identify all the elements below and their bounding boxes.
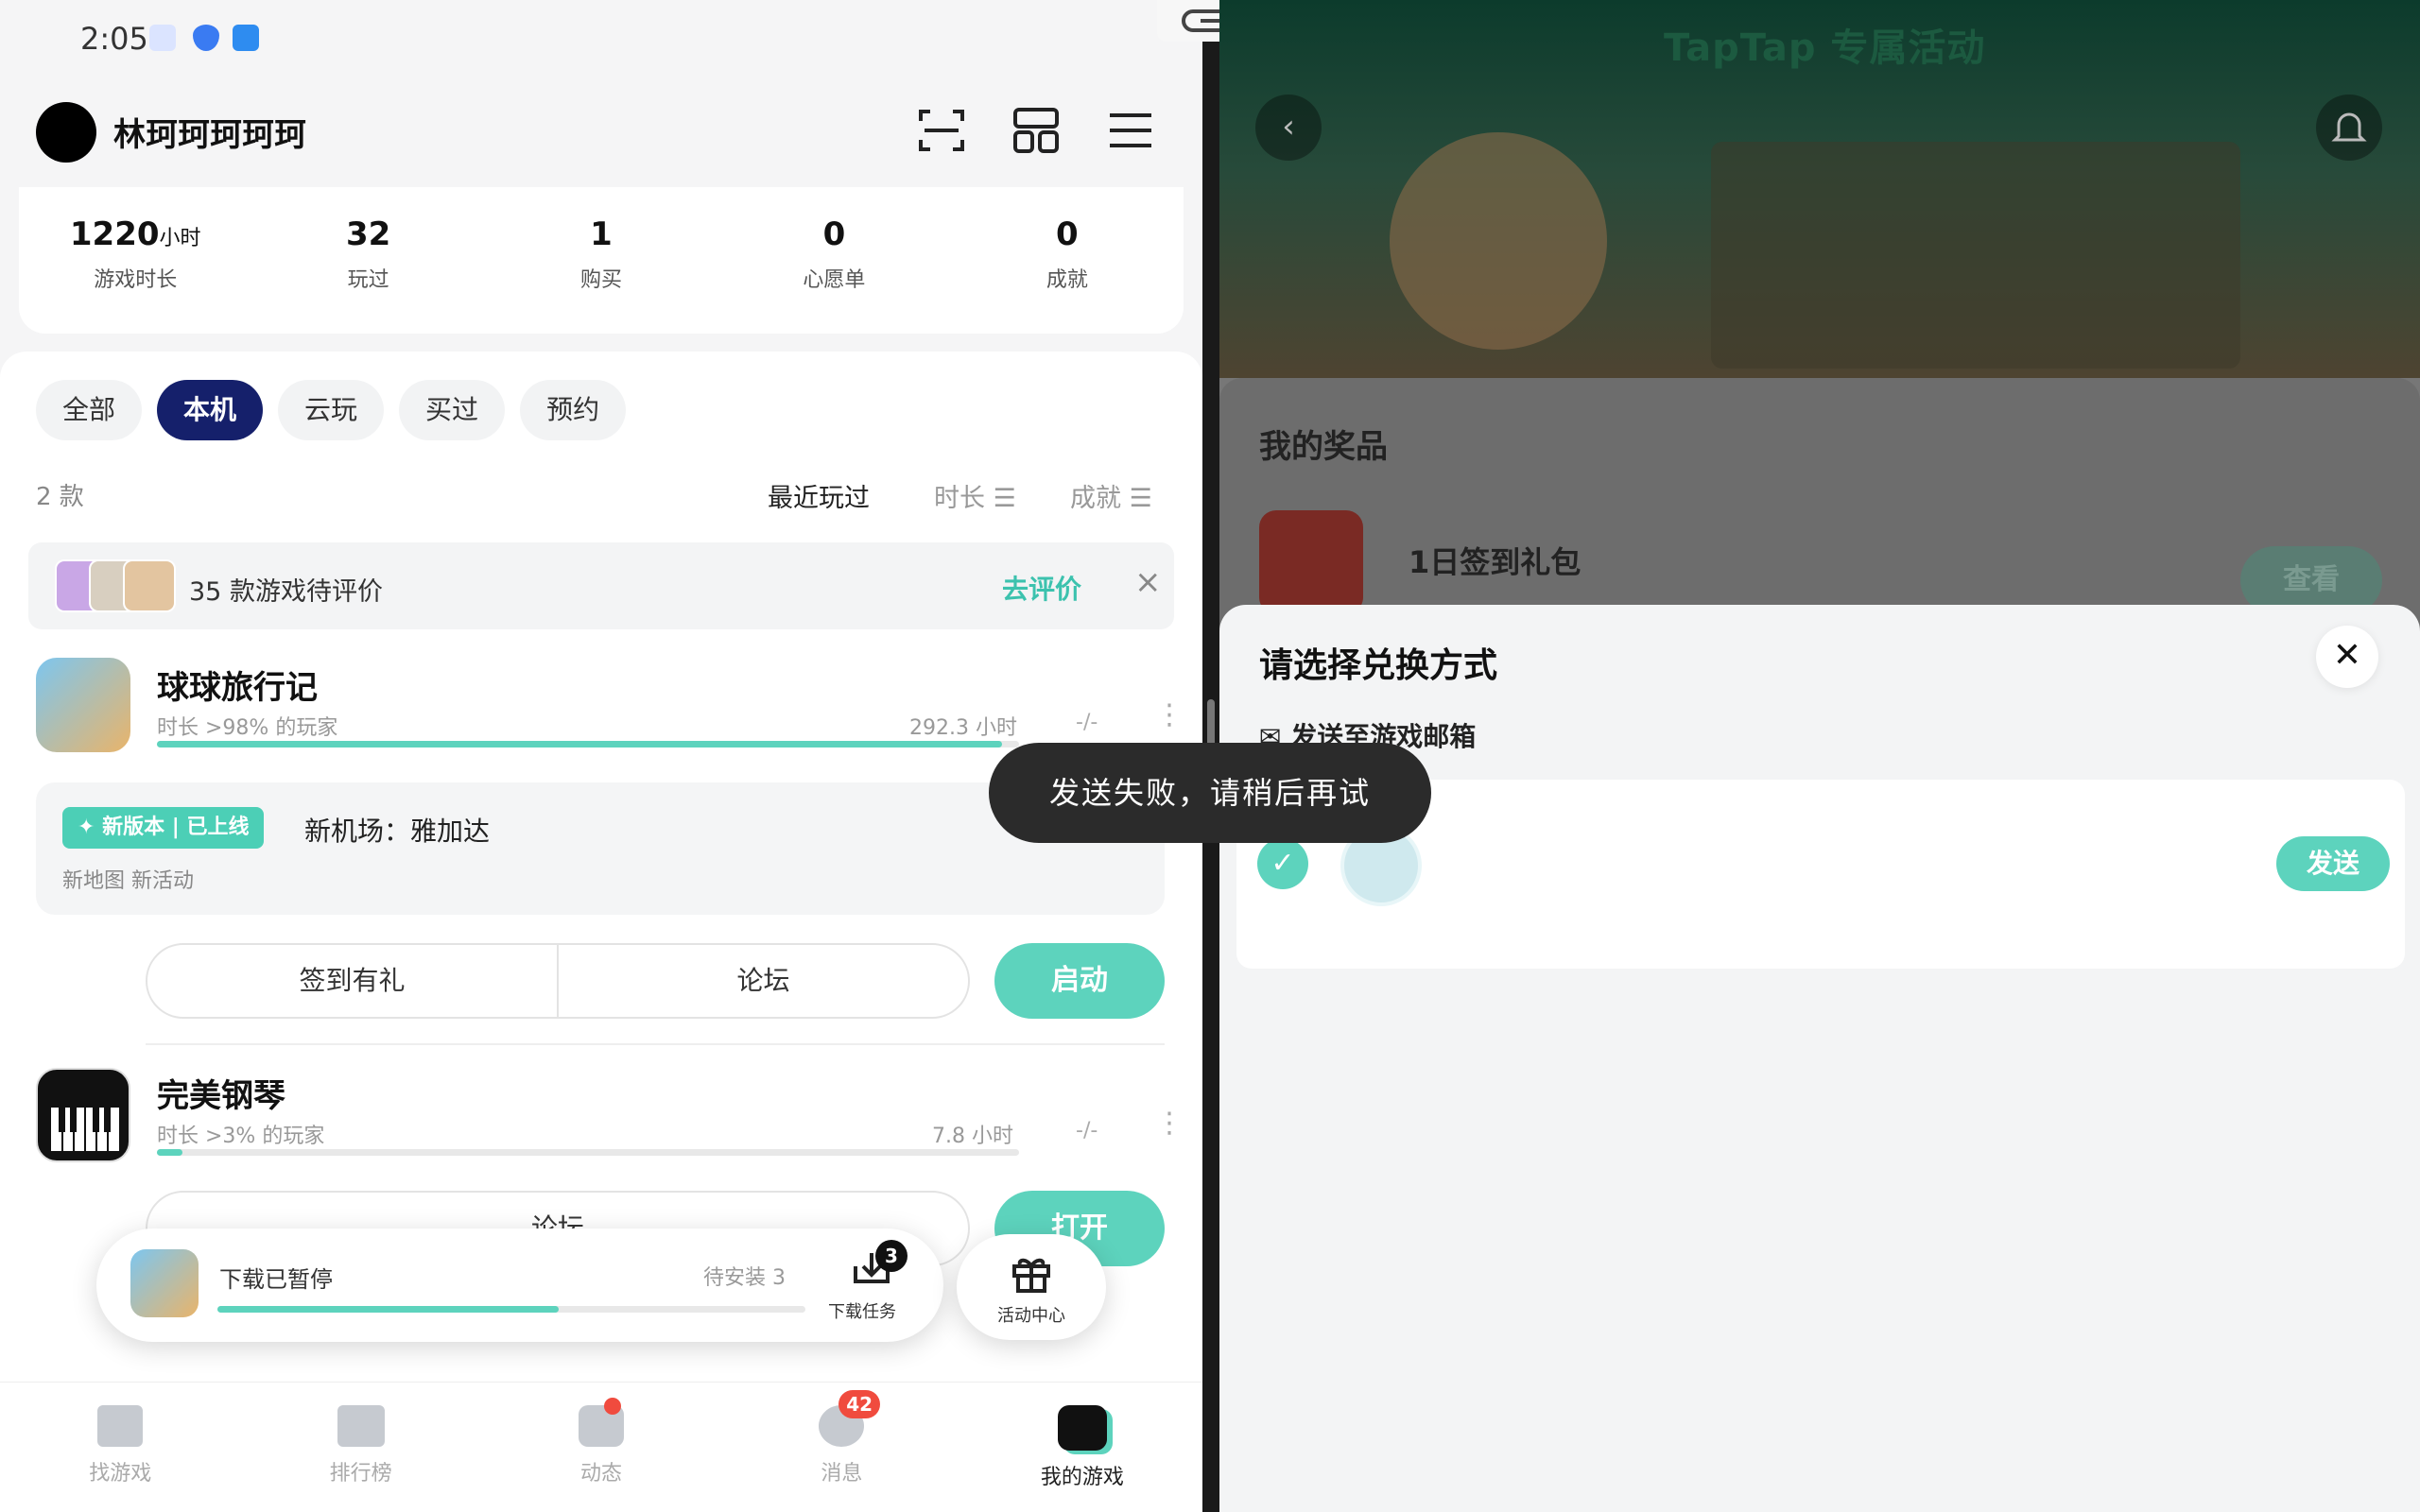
download-status: 下载已暂停 <box>219 1266 333 1293</box>
chip-cloud[interactable]: 云玩 <box>278 380 385 440</box>
game-icon-piano[interactable] <box>36 1068 130 1162</box>
game-subtitle: 时长 >98% 的玩家 <box>157 716 338 740</box>
game-title[interactable]: 完美钢琴 <box>157 1070 285 1116</box>
close-icon[interactable]: ✕ <box>2316 626 2378 688</box>
game-title[interactable]: 球球旅行记 <box>157 662 318 708</box>
messages-badge: 42 <box>838 1390 881 1418</box>
game-hours: 7.8 小时 <box>932 1125 1013 1148</box>
activity-center-label: 活动中心 <box>997 1306 1065 1326</box>
nav-find-games[interactable]: 找游戏 <box>0 1383 240 1512</box>
stat-played[interactable]: 32 玩过 <box>251 187 484 334</box>
rankings-icon <box>337 1405 385 1447</box>
sheet-title: 请选择兑换方式 <box>1259 646 1498 685</box>
game-icon-ball-travel[interactable] <box>36 658 130 752</box>
shield-icon <box>193 25 219 51</box>
error-toast: 发送失败，请稍后再试 <box>989 743 1431 843</box>
review-bar[interactable]: 35 款游戏待评价 去评价 × <box>28 542 1174 629</box>
game-hours: 292.3 小时 <box>909 716 1017 740</box>
stat-achievements[interactable]: 0 成就 <box>951 187 1184 334</box>
task-count-badge: 3 <box>875 1240 908 1272</box>
game-dash: -/- <box>1076 1119 1098 1143</box>
game-actions: 签到有礼 论坛 <box>146 943 970 1019</box>
gift-title: 1日签到礼包 <box>1409 544 1582 580</box>
my-games-icon <box>1057 1405 1107 1451</box>
menu-icon[interactable] <box>1104 104 1157 157</box>
banner-character-image <box>1390 132 1607 350</box>
bottom-nav: 找游戏 排行榜 动态 42 消息 我的游戏 <box>0 1382 1202 1512</box>
new-version-badge: ✦ 新版本 | 已上线 <box>62 807 265 849</box>
nav-messages[interactable]: 42 消息 <box>721 1383 961 1512</box>
banner-title: TapTap 专属活动 <box>1664 26 1986 70</box>
nav-rankings[interactable]: 排行榜 <box>240 1383 480 1512</box>
game-dash: -/- <box>1076 711 1098 734</box>
avatar[interactable] <box>36 102 96 163</box>
download-track <box>217 1306 805 1313</box>
sort-achievement[interactable]: 成就 ☰ <box>1070 477 1152 514</box>
cloud-icon <box>233 25 259 51</box>
update-subtitle: 新地图 新活动 <box>62 869 194 893</box>
back-icon[interactable]: ‹ <box>1255 94 1322 161</box>
launch-button[interactable]: 启动 <box>994 943 1165 1019</box>
gift-icon <box>1012 1258 1050 1293</box>
download-bar[interactable]: 下载已暂停 待安装 3 3 下载任务 <box>96 1228 943 1342</box>
playtime-fill <box>157 741 1002 747</box>
prizes-card <box>1219 378 2420 624</box>
download-task-label: 下载任务 <box>828 1302 896 1322</box>
stat-wishlist[interactable]: 0 心愿单 <box>717 187 950 334</box>
review-text: 35 款游戏待评价 <box>189 577 383 607</box>
forum-button[interactable]: 论坛 <box>557 945 968 1017</box>
layout-icon[interactable] <box>1010 104 1063 157</box>
check-icon[interactable]: ✓ <box>1257 838 1308 889</box>
download-fill <box>217 1306 559 1313</box>
playtime-track <box>157 741 1019 747</box>
game-subtitle: 时长 >3% 的玩家 <box>157 1125 325 1148</box>
close-icon[interactable]: × <box>1134 563 1162 601</box>
chip-bought[interactable]: 买过 <box>399 380 506 440</box>
prizes-title: 我的奖品 <box>1259 428 1388 466</box>
divider <box>146 1043 1165 1045</box>
nav-my-games[interactable]: 我的游戏 <box>962 1383 1202 1512</box>
scan-icon[interactable] <box>915 104 968 157</box>
gift-image <box>1259 510 1363 614</box>
review-action[interactable]: 去评价 <box>1002 569 1081 607</box>
status-time: 2:05 <box>80 21 148 57</box>
stats-card: 1220小时 游戏时长 32 玩过 1 购买 0 心愿单 0 成就 <box>19 187 1184 334</box>
bell-icon[interactable] <box>2316 94 2382 161</box>
nav-feed[interactable]: 动态 <box>481 1383 721 1512</box>
find-games-icon <box>97 1405 144 1447</box>
profile-name[interactable]: 林珂珂珂珂珂 <box>113 109 306 155</box>
activity-center-button[interactable]: 活动中心 <box>957 1234 1106 1340</box>
more-icon[interactable]: ⋮ <box>1155 701 1184 730</box>
send-button[interactable]: 发送 <box>2276 836 2390 891</box>
stat-purchased[interactable]: 1 购买 <box>485 187 717 334</box>
chip-reserved[interactable]: 预约 <box>520 380 627 440</box>
pending-install: 待安装 3 <box>703 1266 786 1290</box>
sort-recent[interactable]: 最近玩过 <box>768 477 870 514</box>
banner-scene-image <box>1711 142 2240 369</box>
sort-duration[interactable]: 时长 ☰ <box>934 477 1016 514</box>
playtime-fill <box>157 1149 183 1156</box>
game-avatar <box>123 559 176 612</box>
notification-icon <box>149 25 176 51</box>
playtime-track <box>157 1149 1019 1156</box>
stat-play-time[interactable]: 1220小时 游戏时长 <box>19 187 251 334</box>
checkin-button[interactable]: 签到有礼 <box>147 945 557 1017</box>
list-count: 2 款 <box>36 483 84 511</box>
filter-chips: 全部 本机 云玩 买过 预约 <box>36 380 627 440</box>
download-task[interactable]: 3 <box>843 1240 908 1293</box>
download-game-icon <box>130 1249 199 1317</box>
chip-local[interactable]: 本机 <box>157 380 264 440</box>
chip-all[interactable]: 全部 <box>36 380 143 440</box>
feed-dot-badge <box>603 1398 621 1415</box>
redeem-sheet: 请选择兑换方式 ✕ ✉ 发送至游戏邮箱 ✓ 发送 <box>1219 605 2420 1512</box>
update-title: 新机场：雅加达 <box>304 816 491 847</box>
more-icon[interactable]: ⋮ <box>1155 1109 1184 1138</box>
